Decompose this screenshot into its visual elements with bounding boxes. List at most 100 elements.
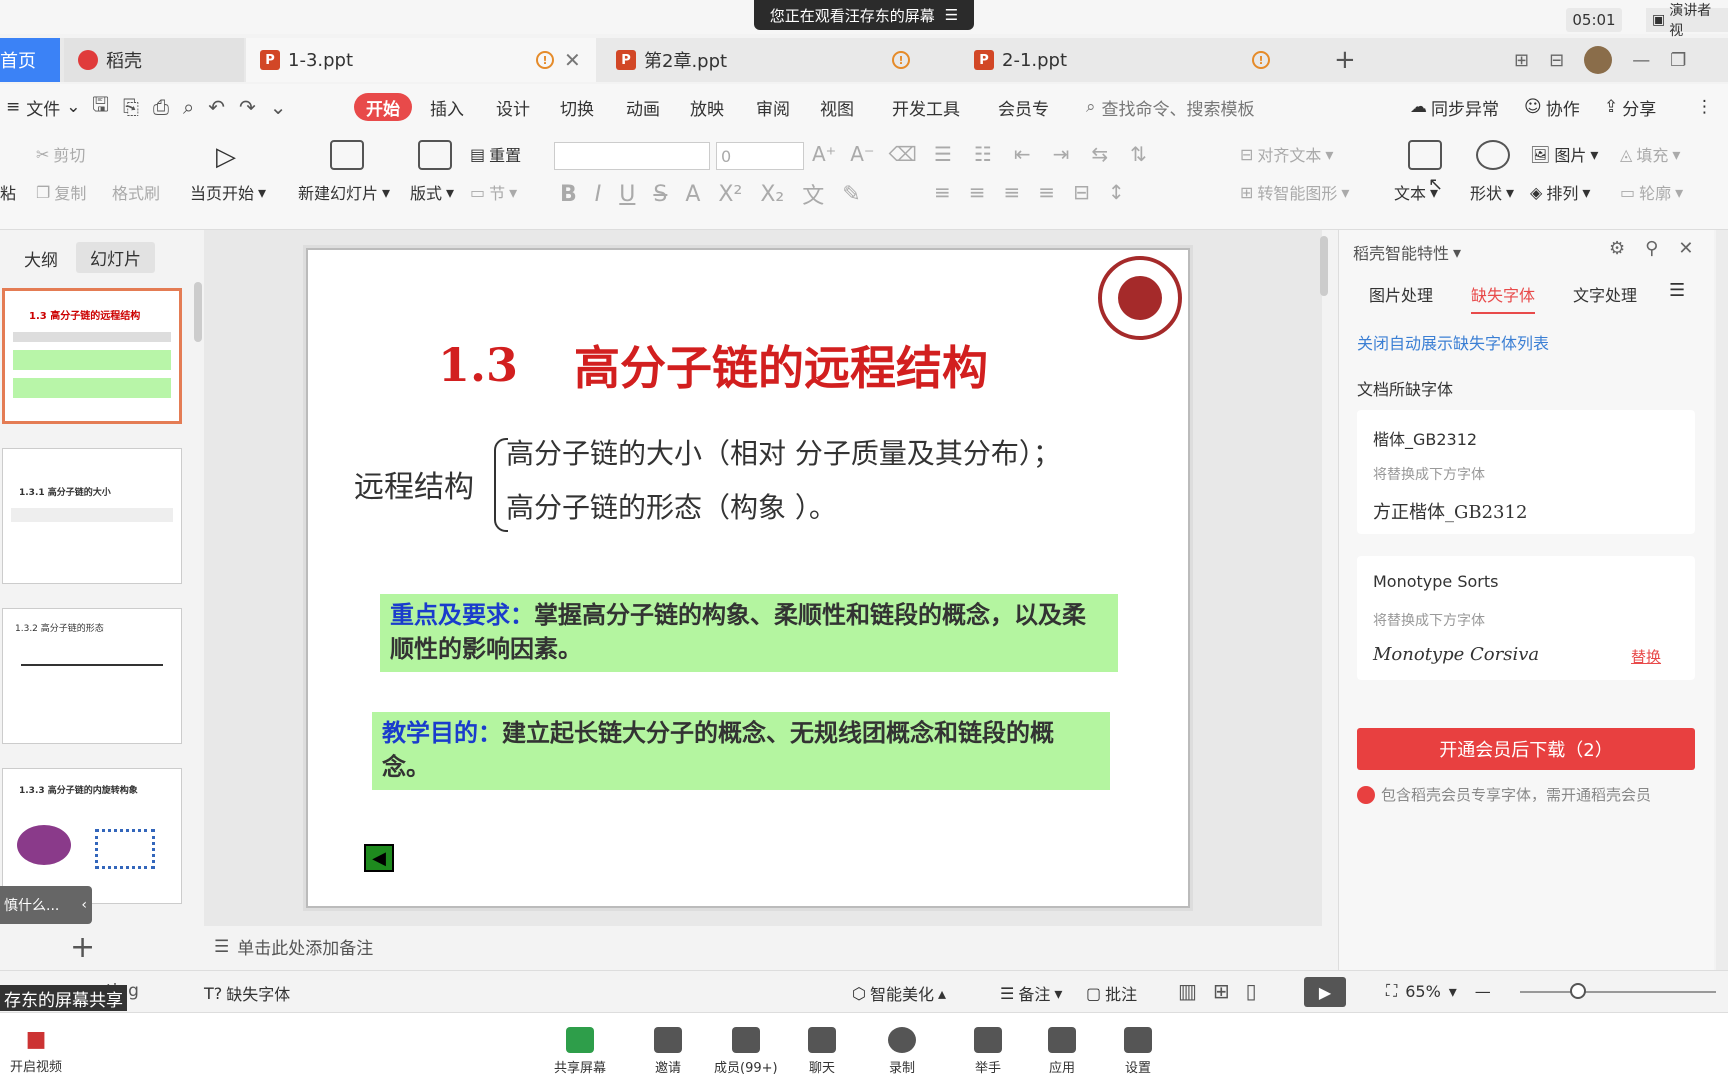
align-text-button[interactable]: ⊟ 对齐文本 ▾	[1240, 142, 1333, 166]
preview-icon[interactable]: ⌕	[183, 95, 194, 119]
menu-transition[interactable]: 切换	[560, 84, 594, 130]
slide-thumbnail-1[interactable]: 1.3 高分子链的远程结构	[2, 288, 182, 424]
smart-art-button[interactable]: ⊞ 转智能图形 ▾	[1240, 180, 1349, 204]
font-color-icon[interactable]: A	[685, 182, 700, 207]
maximize-icon[interactable]: ❐	[1670, 50, 1686, 71]
disable-auto-list-link[interactable]: 关闭自动展示缺失字体列表	[1357, 330, 1549, 354]
screen-share-banner[interactable]: 您正在观看汪存东的屏幕 ☰	[754, 0, 974, 30]
font-size-select[interactable]: 0	[716, 142, 804, 170]
raise-hand-button[interactable]: 举手	[974, 1027, 1002, 1076]
align-right-icon[interactable]: ≡	[1004, 180, 1021, 204]
bold-icon[interactable]: B	[560, 182, 577, 207]
text-direction-icon[interactable]: ⇆	[1091, 142, 1108, 166]
fit-icon[interactable]: ⛶	[1386, 981, 1397, 1001]
smart-beautify-button[interactable]: ⬡ 智能美化 ▴	[852, 981, 946, 1005]
command-search[interactable]: ⌕ 查找命令、搜索模板	[1086, 84, 1255, 130]
notes-toggle[interactable]: ☰ 备注 ▾	[1000, 981, 1062, 1005]
apps-grid-icon[interactable]: ⊟	[1549, 50, 1564, 71]
pane-title[interactable]: 稻壳智能特性 ▾	[1353, 240, 1461, 264]
tab-1-3-ppt[interactable]: P 1-3.ppt! ✕	[246, 38, 596, 82]
section-button[interactable]: ▭ 节 ▾	[470, 180, 517, 204]
slide-thumbnail-2[interactable]: 1.3.1 高分子链的大小	[2, 448, 182, 584]
strikethrough-icon[interactable]: S	[653, 182, 667, 207]
chat-button[interactable]: 聊天	[808, 1027, 836, 1076]
file-menu[interactable]: ≡ 文件 ⌄	[6, 84, 81, 130]
justify-icon[interactable]: ≡	[1038, 180, 1055, 204]
indent-increase-icon[interactable]: ⇥	[1053, 142, 1070, 166]
layout-icon[interactable]: ⊞	[1514, 50, 1529, 71]
canvas-scrollbar[interactable]	[1320, 236, 1328, 296]
format-painter-button[interactable]: 格式刷	[112, 180, 160, 204]
tab-slides[interactable]: 幻灯片	[76, 242, 155, 273]
tab-home[interactable]: 首页	[0, 38, 60, 82]
zoom-control[interactable]: ⛶ 65% ▾ —	[1386, 981, 1491, 1001]
new-tab-icon[interactable]: +	[1320, 38, 1356, 82]
from-current-button[interactable]: 当页开始 ▾	[190, 180, 266, 204]
underline-icon[interactable]: U	[619, 182, 635, 207]
menu-developer[interactable]: 开发工具	[892, 84, 960, 130]
minimize-icon[interactable]: —	[1632, 50, 1650, 71]
share-button[interactable]: ⇪ 分享	[1604, 84, 1656, 130]
tab-2-1-ppt[interactable]: P 2-1.ppt!	[960, 38, 1316, 82]
hint-popup[interactable]: 慎什么... ‹	[0, 886, 92, 924]
outline-button[interactable]: ▭ 轮廓 ▾	[1620, 180, 1683, 204]
collapse-icon[interactable]: ‹	[81, 897, 87, 913]
menu-icon[interactable]: ☰	[945, 6, 958, 24]
new-slide-button[interactable]: 新建幻灯片 ▾	[298, 180, 390, 204]
settings-button[interactable]: 设置	[1124, 1027, 1152, 1076]
menu-start[interactable]: 开始	[354, 93, 412, 121]
fill-button[interactable]: ◬ 填充 ▾	[1620, 142, 1680, 166]
export-icon[interactable]: ⎘	[123, 95, 139, 119]
comment-button[interactable]: ▢ 批注	[1086, 981, 1137, 1005]
menu-animation[interactable]: 动画	[626, 84, 660, 130]
add-slide-icon[interactable]: +	[70, 930, 95, 965]
menu-design[interactable]: 设计	[496, 84, 530, 130]
missing-fonts-status[interactable]: T? 缺失字体	[204, 981, 290, 1005]
zoom-slider[interactable]	[1520, 991, 1716, 993]
notes-placeholder[interactable]: ☰ 单击此处添加备注	[214, 934, 373, 960]
pin-icon[interactable]: ⚲	[1645, 238, 1658, 259]
more-icon[interactable]: ⋮	[1696, 84, 1713, 130]
grow-font-icon[interactable]: A⁺	[812, 142, 836, 166]
missing-font-card-2[interactable]: Monotype Sorts 将替换成下方字体 Monotype Corsiva…	[1357, 556, 1695, 680]
play-slideshow-button[interactable]: ▶	[1304, 977, 1346, 1007]
menu-review[interactable]: 审阅	[756, 84, 790, 130]
highlight-icon[interactable]: ✎	[842, 182, 860, 207]
tab-text-processing[interactable]: 文字处理	[1573, 282, 1637, 306]
arrange-button[interactable]: ◈ 排列 ▾	[1530, 180, 1590, 204]
subscript-icon[interactable]: X₂	[760, 182, 784, 207]
normal-view-icon[interactable]: ▥	[1178, 979, 1197, 1003]
tab-image-processing[interactable]: 图片处理	[1369, 282, 1433, 306]
share-screen-button[interactable]: 共享屏幕	[554, 1027, 606, 1076]
bullets-icon[interactable]: ☰	[934, 142, 952, 166]
indent-decrease-icon[interactable]: ⇤	[1014, 142, 1031, 166]
line-spacing-icon[interactable]: ↕	[1108, 180, 1125, 204]
apps-button[interactable]: 应用	[1048, 1027, 1076, 1076]
download-button[interactable]: 开通会员后下载（2）	[1357, 728, 1695, 770]
italic-icon[interactable]: I	[595, 182, 602, 207]
gear-icon[interactable]: ⚙	[1609, 238, 1625, 259]
menu-icon[interactable]: ☰	[1669, 280, 1685, 301]
back-arrow-icon[interactable]: ◀	[364, 844, 394, 872]
slide-thumbnail-4[interactable]: 1.3.3 高分子链的内旋转构象	[2, 768, 182, 904]
distribute-icon[interactable]: ⊟	[1073, 180, 1090, 204]
eraser-icon[interactable]: ⌫	[889, 142, 917, 166]
menu-view[interactable]: 视图	[820, 84, 854, 130]
layout-button[interactable]: 版式 ▾	[410, 180, 454, 204]
undo-icon[interactable]: ↶	[208, 95, 225, 119]
tab-docer[interactable]: 稻壳	[64, 38, 244, 82]
menu-insert[interactable]: 插入	[430, 84, 464, 130]
pinyin-icon[interactable]: 文	[802, 178, 824, 210]
record-button[interactable]: 录制	[888, 1027, 916, 1076]
menu-slideshow[interactable]: 放映	[690, 84, 724, 130]
slide-sorter-icon[interactable]: ⊞	[1213, 979, 1230, 1003]
collaborate-button[interactable]: ☺ 协作	[1524, 84, 1580, 130]
presenter-view-button[interactable]: ▣ 演讲者视	[1646, 3, 1728, 39]
sort-icon[interactable]: ⇅	[1130, 142, 1147, 166]
start-video-button[interactable]: ■ 开启视频	[10, 1027, 62, 1075]
print-icon[interactable]: ⎙	[153, 95, 169, 119]
save-icon[interactable]: 🖫	[92, 90, 109, 124]
redo-icon[interactable]: ↷	[239, 95, 256, 119]
copy-button[interactable]: ❐ 复制	[36, 180, 86, 204]
zoom-out-icon[interactable]: —	[1475, 982, 1491, 1001]
